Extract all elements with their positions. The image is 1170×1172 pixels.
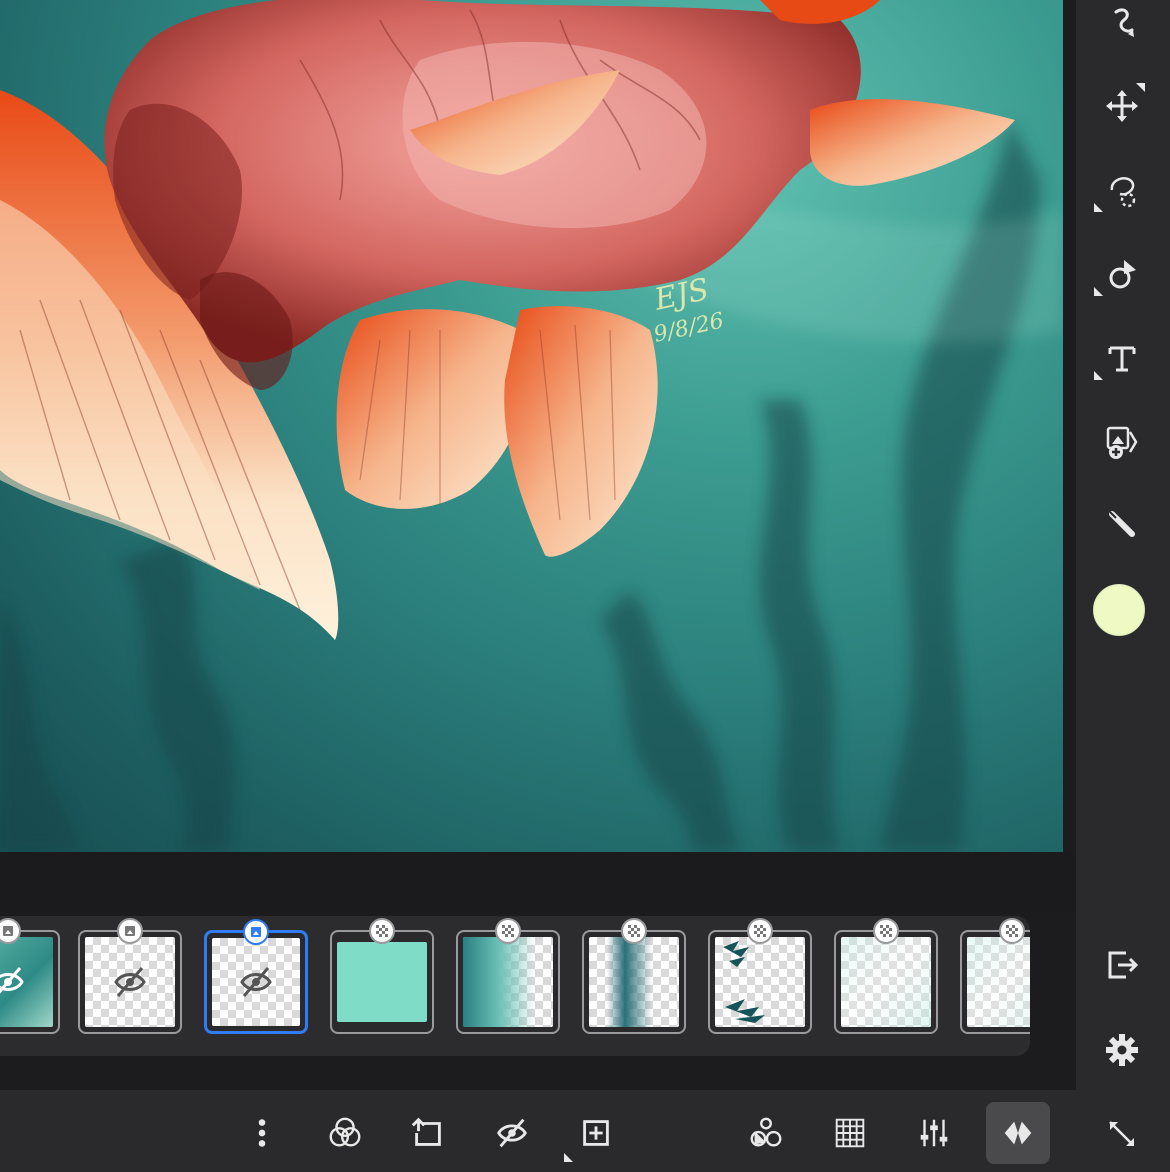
transform-icon — [1106, 90, 1138, 122]
fill-icon — [1109, 260, 1136, 289]
more-options-icon — [258, 1119, 266, 1147]
paint-layer-badge[interactable] — [999, 918, 1025, 944]
more-options-button[interactable] — [230, 1102, 294, 1164]
layer-preview — [715, 937, 805, 1027]
layers-toggle-button[interactable] — [986, 1102, 1050, 1164]
paint-layer-icon — [880, 925, 892, 937]
hide-layer-icon — [497, 1118, 527, 1148]
tool-options-indicator — [1094, 287, 1103, 296]
adjustments-sliders-icon — [920, 1119, 948, 1147]
layer-thumbnail-strip[interactable] — [0, 916, 1030, 1056]
eyedropper-tool-button[interactable] — [1092, 494, 1152, 554]
brush-strokes-preview — [723, 941, 765, 1023]
add-layer-button[interactable] — [564, 1102, 628, 1164]
artist-signature: EJS 9/8/26 — [644, 271, 727, 352]
paint-layer-icon — [754, 925, 766, 937]
paint-layer-icon — [1006, 925, 1018, 937]
export-icon — [1108, 951, 1139, 979]
text-tool-button[interactable] — [1092, 328, 1152, 388]
layer-effects-button[interactable] — [734, 1102, 798, 1164]
layer-thumbnail[interactable] — [708, 918, 812, 1034]
settings-button[interactable] — [1092, 1020, 1152, 1080]
layer-preview — [589, 937, 679, 1027]
tool-options-indicator — [1094, 203, 1103, 212]
blend-mode-button[interactable] — [313, 1102, 377, 1164]
hidden-layer-icon — [114, 967, 146, 997]
image-layer-badge[interactable] — [243, 919, 269, 945]
paint-layer-icon — [376, 925, 388, 937]
image-layer-badge[interactable] — [117, 918, 143, 944]
add-layer-icon — [583, 1120, 609, 1146]
tool-options-indicator — [1094, 371, 1103, 380]
smudge-icon — [1114, 8, 1134, 37]
paint-layer-icon — [628, 925, 640, 937]
tool-options-indicator — [1136, 83, 1145, 92]
layer-thumbnail[interactable] — [960, 918, 1030, 1034]
bottom-layer-toolbar — [0, 1090, 1076, 1172]
transform-tool-button[interactable] — [1092, 76, 1152, 136]
layer-thumbnail[interactable] — [834, 918, 938, 1034]
fullscreen-icon — [1109, 1121, 1134, 1146]
lasso-select-tool-button[interactable] — [1092, 160, 1152, 220]
layer-thumbnail[interactable] — [330, 918, 434, 1034]
grid-button[interactable] — [818, 1102, 882, 1164]
layer-preview — [841, 937, 931, 1027]
paint-layer-badge[interactable] — [621, 918, 647, 944]
image-layer-icon — [3, 926, 13, 936]
text-icon — [1108, 346, 1136, 372]
add-layer-options-indicator — [564, 1153, 573, 1162]
paint-layer-badge[interactable] — [495, 918, 521, 944]
paint-layer-badge[interactable] — [873, 918, 899, 944]
adjustments-button[interactable] — [902, 1102, 966, 1164]
image-layer-icon — [251, 927, 261, 937]
fill-tool-button[interactable] — [1092, 244, 1152, 304]
artwork-illustration — [0, 0, 1063, 852]
import-image-icon — [1106, 426, 1138, 459]
merge-down-icon — [411, 1117, 441, 1146]
hidden-layer-icon — [0, 967, 24, 994]
hide-layer-button[interactable] — [480, 1102, 544, 1164]
layer-thumbnail[interactable] — [78, 918, 182, 1034]
merge-down-button[interactable] — [396, 1102, 460, 1164]
export-button[interactable] — [1092, 935, 1152, 995]
layer-thumbnail[interactable] — [582, 918, 686, 1034]
paint-layer-badge[interactable] — [747, 918, 773, 944]
layer-preview — [337, 942, 427, 1022]
lasso-select-icon — [1110, 177, 1136, 208]
layer-effects-icon — [750, 1117, 782, 1147]
hidden-layer-icon — [240, 967, 272, 997]
fullscreen-button[interactable] — [1092, 1104, 1152, 1164]
image-layer-icon — [125, 926, 135, 936]
eyedropper-icon — [1109, 511, 1135, 537]
layer-thumbnail[interactable] — [456, 918, 560, 1034]
canvas-gutter — [0, 852, 1076, 912]
paint-layer-badge[interactable] — [369, 918, 395, 944]
blend-mode-icon — [329, 1117, 361, 1147]
layer-preview — [463, 937, 553, 1027]
paint-layer-icon — [502, 925, 514, 937]
layer-thumbnail[interactable] — [0, 918, 60, 1034]
grid-icon — [835, 1118, 865, 1148]
settings-gear-icon — [1106, 1034, 1138, 1066]
layer-thumbnail[interactable] — [204, 919, 308, 1034]
layers-toggle-icon — [1004, 1121, 1032, 1145]
import-image-tool-button[interactable] — [1092, 412, 1152, 472]
layer-preview — [967, 937, 1030, 1027]
smudge-tool-button[interactable] — [1092, 0, 1152, 54]
current-color-swatch[interactable] — [1093, 584, 1145, 636]
drawing-canvas[interactable]: EJS 9/8/26 — [0, 0, 1063, 852]
